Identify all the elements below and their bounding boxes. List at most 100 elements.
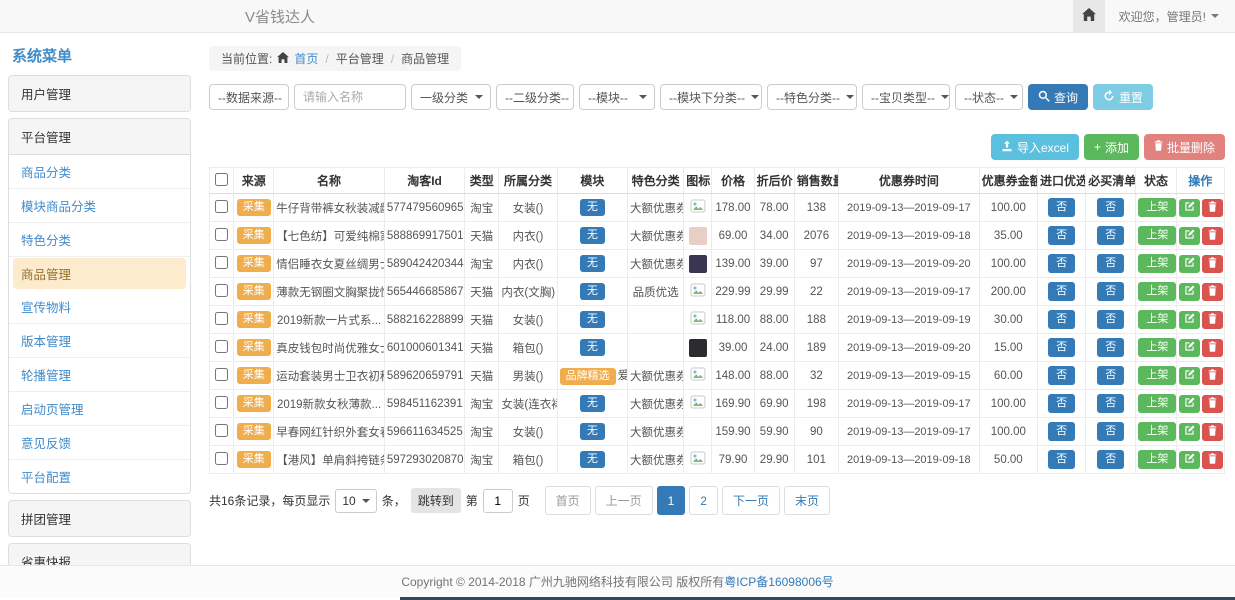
select-all-checkbox[interactable] bbox=[215, 173, 228, 186]
must-buy-toggle[interactable]: 否 bbox=[1097, 450, 1124, 469]
sidebar-item-版本管理[interactable]: 版本管理 bbox=[9, 324, 190, 358]
import-select-toggle[interactable]: 否 bbox=[1048, 450, 1075, 469]
delete-button[interactable] bbox=[1202, 227, 1223, 245]
import-select-toggle[interactable]: 否 bbox=[1048, 226, 1075, 245]
filter-select-2[interactable]: 一级分类 bbox=[411, 84, 491, 110]
row-checkbox[interactable] bbox=[215, 200, 228, 213]
page-button-首页[interactable]: 首页 bbox=[545, 486, 591, 515]
must-buy-toggle[interactable]: 否 bbox=[1097, 422, 1124, 441]
row-checkbox[interactable] bbox=[215, 256, 228, 269]
page-size-select[interactable]: 10 bbox=[335, 489, 376, 513]
filter-select-1[interactable]: --数据来源-- bbox=[209, 84, 289, 110]
edit-button[interactable] bbox=[1179, 227, 1200, 245]
must-buy-toggle[interactable]: 否 bbox=[1097, 226, 1124, 245]
sidebar-group-省惠快报[interactable]: 省惠快报 bbox=[9, 544, 190, 565]
status-button[interactable]: 上架 bbox=[1138, 394, 1176, 413]
sidebar-group-平台管理[interactable]: 平台管理 bbox=[9, 119, 190, 155]
user-menu[interactable]: 欢迎您，管理员! bbox=[1119, 8, 1219, 25]
filter-select-7[interactable]: --宝贝类型-- bbox=[862, 84, 950, 110]
row-checkbox[interactable] bbox=[215, 396, 228, 409]
row-checkbox[interactable] bbox=[215, 312, 228, 325]
delete-button[interactable] bbox=[1202, 339, 1223, 357]
import-select-toggle[interactable]: 否 bbox=[1048, 282, 1075, 301]
status-button[interactable]: 上架 bbox=[1138, 366, 1176, 385]
filter-select-5[interactable]: --模块下分类-- bbox=[660, 84, 762, 110]
page-button-末页[interactable]: 末页 bbox=[784, 486, 830, 515]
must-buy-toggle[interactable]: 否 bbox=[1097, 254, 1124, 273]
filter-select-6[interactable]: --特色分类-- bbox=[767, 84, 857, 110]
import-select-toggle[interactable]: 否 bbox=[1048, 394, 1075, 413]
edit-button[interactable] bbox=[1179, 451, 1200, 469]
import-select-toggle[interactable]: 否 bbox=[1048, 338, 1075, 357]
filter-select-3[interactable]: --二级分类-- bbox=[496, 84, 574, 110]
must-buy-toggle[interactable]: 否 bbox=[1097, 282, 1124, 301]
edit-button[interactable] bbox=[1179, 339, 1200, 357]
row-checkbox[interactable] bbox=[215, 284, 228, 297]
delete-button[interactable] bbox=[1202, 255, 1223, 273]
import-select-toggle[interactable]: 否 bbox=[1048, 310, 1075, 329]
breadcrumb-item-首页[interactable]: 首页 bbox=[294, 50, 318, 67]
delete-button[interactable] bbox=[1202, 395, 1223, 413]
must-buy-toggle[interactable]: 否 bbox=[1097, 366, 1124, 385]
row-checkbox[interactable] bbox=[215, 340, 228, 353]
reset-button[interactable]: 重置 bbox=[1093, 84, 1153, 110]
import-select-toggle[interactable]: 否 bbox=[1048, 198, 1075, 217]
import-select-toggle[interactable]: 否 bbox=[1048, 366, 1075, 385]
import-excel-button[interactable]: 导入excel bbox=[991, 134, 1079, 160]
edit-button[interactable] bbox=[1179, 367, 1200, 385]
row-checkbox[interactable] bbox=[215, 424, 228, 437]
sidebar-item-商品分类[interactable]: 商品分类 bbox=[9, 155, 190, 189]
status-button[interactable]: 上架 bbox=[1138, 198, 1176, 217]
status-button[interactable]: 上架 bbox=[1138, 338, 1176, 357]
page-button-1[interactable]: 1 bbox=[657, 486, 686, 515]
row-checkbox[interactable] bbox=[215, 452, 228, 465]
delete-button[interactable] bbox=[1202, 311, 1223, 329]
sidebar-item-模块商品分类[interactable]: 模块商品分类 bbox=[9, 189, 190, 223]
batch-delete-button[interactable]: 批量删除 bbox=[1144, 134, 1225, 160]
row-checkbox[interactable] bbox=[215, 368, 228, 381]
row-checkbox[interactable] bbox=[215, 228, 228, 241]
import-select-toggle[interactable]: 否 bbox=[1048, 254, 1075, 273]
add-button[interactable]: + 添加 bbox=[1084, 134, 1139, 160]
page-button-2[interactable]: 2 bbox=[689, 486, 718, 515]
delete-button[interactable] bbox=[1202, 199, 1223, 217]
sidebar-item-商品管理[interactable]: 商品管理 bbox=[13, 258, 186, 289]
delete-button[interactable] bbox=[1202, 367, 1223, 385]
status-button[interactable]: 上架 bbox=[1138, 282, 1176, 301]
edit-button[interactable] bbox=[1179, 395, 1200, 413]
must-buy-toggle[interactable]: 否 bbox=[1097, 310, 1124, 329]
jump-page-input[interactable] bbox=[483, 489, 513, 513]
must-buy-toggle[interactable]: 否 bbox=[1097, 338, 1124, 357]
status-button[interactable]: 上架 bbox=[1138, 450, 1176, 469]
status-button[interactable]: 上架 bbox=[1138, 310, 1176, 329]
import-select-toggle[interactable]: 否 bbox=[1048, 422, 1075, 441]
sidebar-item-特色分类[interactable]: 特色分类 bbox=[9, 223, 190, 257]
sidebar-item-意见反馈[interactable]: 意见反馈 bbox=[9, 426, 190, 460]
sidebar-item-启动页管理[interactable]: 启动页管理 bbox=[9, 392, 190, 426]
delete-button[interactable] bbox=[1202, 423, 1223, 441]
sidebar-item-轮播管理[interactable]: 轮播管理 bbox=[9, 358, 190, 392]
sidebar-group-用户管理[interactable]: 用户管理 bbox=[9, 76, 190, 111]
status-button[interactable]: 上架 bbox=[1138, 226, 1176, 245]
must-buy-toggle[interactable]: 否 bbox=[1097, 198, 1124, 217]
filter-select-8[interactable]: --状态-- bbox=[955, 84, 1023, 110]
sidebar-group-拼团管理[interactable]: 拼团管理 bbox=[9, 501, 190, 536]
edit-button[interactable] bbox=[1179, 283, 1200, 301]
search-button[interactable]: 查询 bbox=[1028, 84, 1088, 110]
edit-button[interactable] bbox=[1179, 423, 1200, 441]
name-search-input[interactable] bbox=[294, 84, 406, 110]
delete-button[interactable] bbox=[1202, 283, 1223, 301]
sidebar-item-平台配置[interactable]: 平台配置 bbox=[9, 460, 190, 493]
edit-button[interactable] bbox=[1179, 199, 1200, 217]
home-button[interactable] bbox=[1073, 0, 1105, 32]
status-button[interactable]: 上架 bbox=[1138, 254, 1176, 273]
must-buy-toggle[interactable]: 否 bbox=[1097, 394, 1124, 413]
page-button-上一页[interactable]: 上一页 bbox=[595, 486, 653, 515]
icp-link[interactable]: 粤ICP备16098006号 bbox=[724, 573, 833, 590]
status-button[interactable]: 上架 bbox=[1138, 422, 1176, 441]
page-button-下一页[interactable]: 下一页 bbox=[722, 486, 780, 515]
edit-button[interactable] bbox=[1179, 311, 1200, 329]
filter-select-4[interactable]: --模块-- bbox=[579, 84, 655, 110]
jump-button[interactable]: 跳转到 bbox=[411, 488, 461, 513]
sidebar-item-宣传物料[interactable]: 宣传物料 bbox=[9, 290, 190, 324]
